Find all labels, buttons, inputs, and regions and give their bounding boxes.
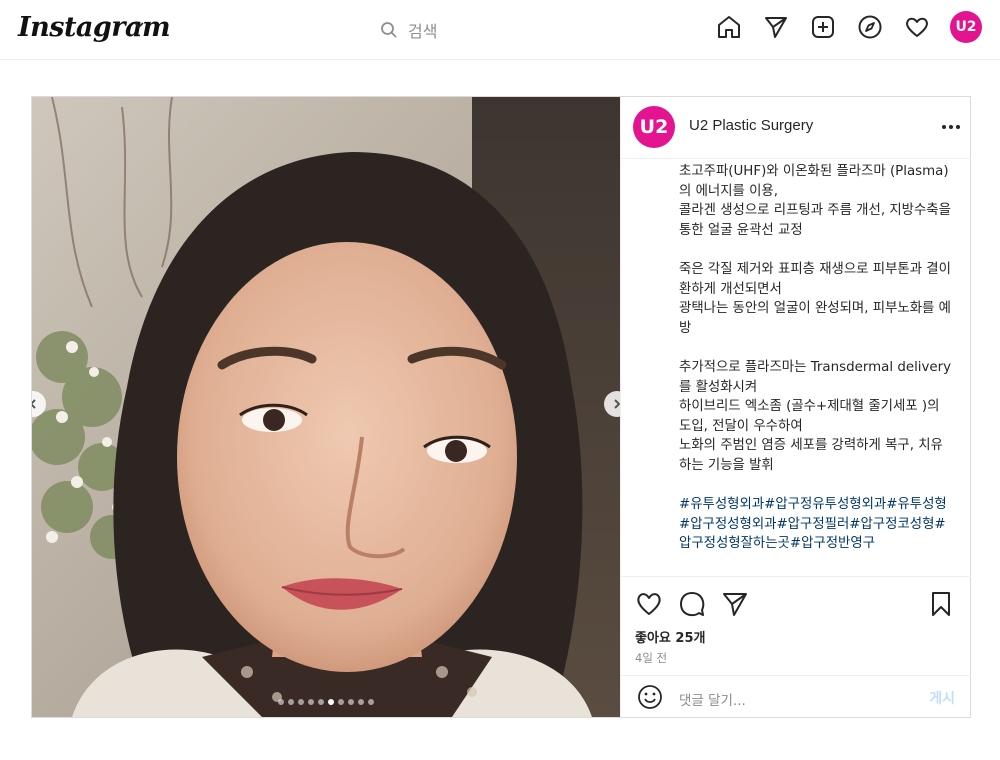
direct-icon[interactable] <box>762 13 790 41</box>
comment-box: 댓글 달기... 게시 <box>621 675 971 719</box>
search-bar[interactable]: 검색 <box>380 17 437 43</box>
next-icon <box>614 399 620 409</box>
account-avatar[interactable]: U2 <box>633 106 675 148</box>
create-icon[interactable] <box>809 13 837 41</box>
home-icon[interactable] <box>715 13 743 41</box>
caption-paragraph-3: 추가적으로 플라즈마는 Transdermal delivery를 활성화시켜 … <box>679 359 952 473</box>
carousel-dot <box>358 699 364 705</box>
nav-icons: U2 <box>715 11 982 43</box>
caption-hashtags[interactable]: #유투성형외과#압구정유투성형외과#유투성형#압구정성형외과#압구정필러#압구정… <box>679 495 955 554</box>
more-icon <box>942 125 960 129</box>
explore-icon[interactable] <box>856 13 884 41</box>
carousel-dots <box>32 699 620 705</box>
post-header: U2 U2 Plastic Surgery <box>621 97 971 159</box>
carousel-dot <box>318 699 324 705</box>
prev-icon <box>32 399 36 409</box>
carousel-dot <box>348 699 354 705</box>
chevron-down-icon[interactable] <box>132 18 146 32</box>
carousel-dot <box>278 699 284 705</box>
carousel-dot <box>368 699 374 705</box>
comment-icon[interactable] <box>678 590 706 618</box>
account-name[interactable]: U2 Plastic Surgery <box>689 117 813 134</box>
profile-avatar[interactable]: U2 <box>950 11 982 43</box>
caption-paragraph-2: 죽은 각질 제거와 표피층 재생으로 피부톤과 결이 환하게 개선되면서 광택나… <box>679 261 951 336</box>
like-icon[interactable] <box>635 590 663 618</box>
carousel-dot <box>288 699 294 705</box>
share-icon[interactable] <box>721 590 749 618</box>
search-input[interactable]: 검색 <box>408 18 437 42</box>
more-options-button[interactable] <box>937 115 965 139</box>
post-actions: 좋아요 25개 4일 전 댓글 달기... 게시 <box>621 576 971 718</box>
search-icon <box>381 22 397 38</box>
instagram-logo[interactable]: Instagram <box>18 12 171 43</box>
top-navbar: Instagram 검색 U2 <box>0 0 1000 60</box>
post-timestamp[interactable]: 4일 전 <box>635 650 667 666</box>
like-count[interactable]: 좋아요 25개 <box>635 627 705 646</box>
emoji-icon[interactable] <box>637 684 663 710</box>
carousel-dot <box>298 699 304 705</box>
action-buttons <box>635 590 957 620</box>
carousel-dot <box>328 699 334 705</box>
post-image[interactable] <box>32 97 620 717</box>
portrait-photo <box>32 97 620 717</box>
carousel-dot <box>308 699 314 705</box>
post-sidebar: U2 U2 Plastic Surgery 초고주파(UHF)와 이온화된 플라… <box>620 97 971 717</box>
heart-icon[interactable] <box>903 13 931 41</box>
post-comment-button[interactable]: 게시 <box>929 688 955 708</box>
caption-paragraph-1: 초고주파(UHF)와 이온화된 플라즈마 (Plasma)의 에너지를 이용, … <box>679 164 951 238</box>
carousel-dot <box>338 699 344 705</box>
post-card: U2 U2 Plastic Surgery 초고주파(UHF)와 이온화된 플라… <box>31 96 971 718</box>
save-icon[interactable] <box>927 590 955 618</box>
comment-input[interactable]: 댓글 달기... <box>679 689 746 709</box>
post-caption: 초고주파(UHF)와 이온화된 플라즈마 (Plasma)의 에너지를 이용, … <box>621 158 971 576</box>
